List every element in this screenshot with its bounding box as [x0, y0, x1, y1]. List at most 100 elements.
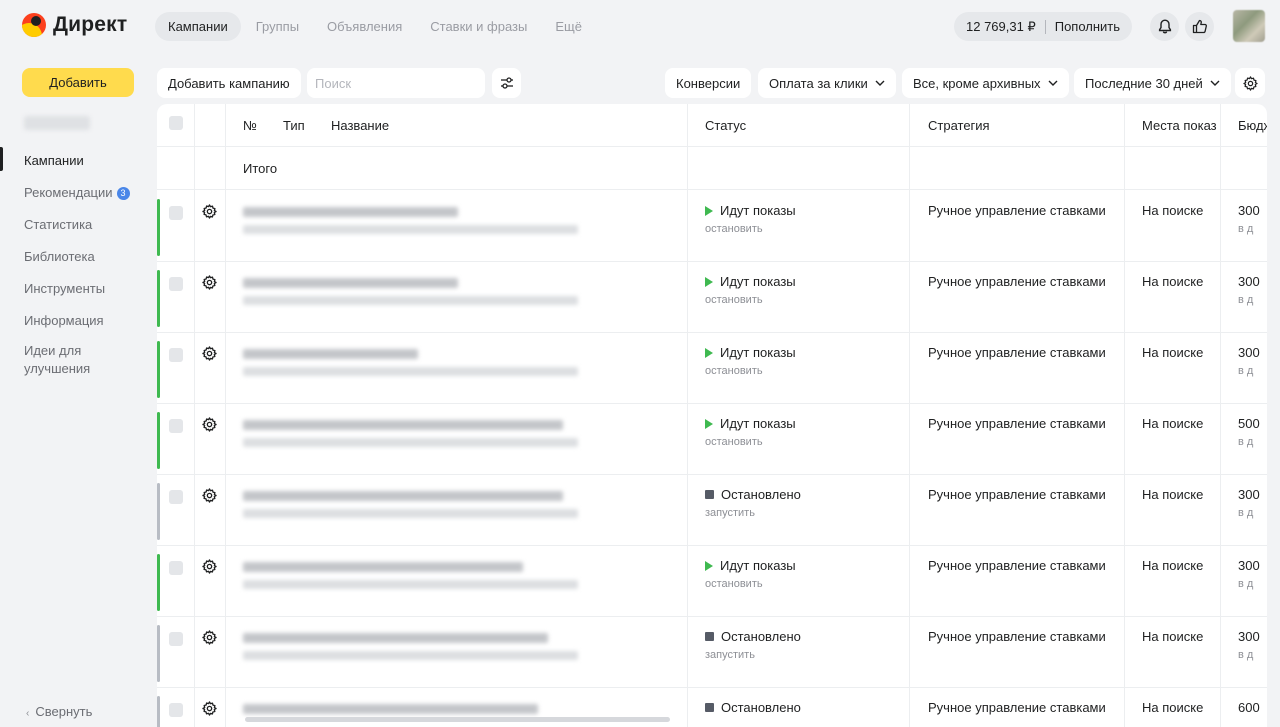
row-checkbox[interactable] [169, 490, 183, 504]
budget-value: 300 [1238, 274, 1260, 289]
campaign-name-blurred[interactable] [243, 491, 563, 501]
campaign-name-blurred[interactable] [243, 278, 458, 288]
toggle-campaign-link[interactable]: остановить [705, 365, 763, 377]
status-text: Идут показы [705, 203, 796, 218]
sidebar-item-info[interactable]: Информация [0, 305, 150, 337]
avatar[interactable] [1233, 10, 1265, 42]
column-header-strategy[interactable]: Стратегия [928, 118, 990, 133]
tab-more[interactable]: Ещё [542, 12, 595, 41]
account-name-blurred [24, 116, 90, 130]
campaign-name-blurred[interactable] [243, 420, 563, 430]
campaign-name-blurred[interactable] [243, 633, 548, 643]
row-checkbox[interactable] [169, 632, 183, 646]
sidebar-item-recommendations[interactable]: Рекомендации 3 [0, 177, 150, 209]
places-text: На поиске [1142, 487, 1204, 502]
status-text: Идут показы [705, 558, 796, 573]
add-campaign-button[interactable]: Добавить кампанию [157, 68, 301, 98]
status-text: Остановлено [705, 629, 801, 644]
gear-icon[interactable] [202, 559, 217, 574]
sidebar-item-statistics[interactable]: Статистика [0, 209, 150, 241]
add-button[interactable]: Добавить [22, 68, 134, 97]
logo[interactable]: Директ [22, 13, 127, 37]
strategy-text: Ручное управление ставками [928, 629, 1106, 644]
table-row[interactable]: Остановлено запустить Ручное управление ст… [157, 475, 1267, 546]
period-label: Последние 30 дней [1085, 75, 1203, 91]
column-header-status[interactable]: Статус [705, 118, 746, 133]
table-header-row: № Тип Название Статус Стратегия Места по… [157, 104, 1267, 147]
table-row[interactable]: Идут показы остановить Ручное управление с… [157, 546, 1267, 617]
campaign-name-blurred[interactable] [243, 704, 538, 714]
row-checkbox[interactable] [169, 348, 183, 362]
table-row[interactable]: Идут показы остановить Ручное управление с… [157, 191, 1267, 262]
toggle-campaign-link[interactable]: запустить [705, 649, 755, 661]
collapse-sidebar-button[interactable]: ‹ Свернуть [26, 704, 92, 719]
gear-icon[interactable] [202, 204, 217, 219]
tab-ads[interactable]: Объявления [314, 12, 415, 41]
tab-groups[interactable]: Группы [243, 12, 312, 41]
play-icon [705, 276, 713, 287]
gear-icon[interactable] [202, 630, 217, 645]
toggle-campaign-link[interactable]: остановить [705, 223, 763, 235]
row-checkbox[interactable] [169, 277, 183, 291]
conversions-button[interactable]: Конверсии [665, 68, 752, 98]
campaign-name-blurred[interactable] [243, 349, 418, 359]
campaign-name-blurred[interactable] [243, 562, 523, 572]
total-label: Итого [243, 161, 278, 176]
thumbs-up-icon [1192, 19, 1207, 34]
row-checkbox[interactable] [169, 419, 183, 433]
notifications-button[interactable] [1150, 12, 1179, 41]
sidebar-item-ideas[interactable]: Идеи для улучшения [0, 337, 110, 387]
column-header-num[interactable]: № [243, 118, 257, 133]
sidebar-item-label: Идеи для улучшения [24, 343, 91, 376]
table-row[interactable]: Идут показы остановить Ручное управление с… [157, 333, 1267, 404]
tab-bids[interactable]: Ставки и фразы [417, 12, 540, 41]
sidebar-item-library[interactable]: Библиотека [0, 241, 150, 273]
gear-icon[interactable] [202, 701, 217, 716]
archive-filter-select[interactable]: Все, кроме архивных [902, 68, 1069, 98]
table-row[interactable]: Остановлено запустить Ручное управление ст… [157, 617, 1267, 688]
tab-campaigns[interactable]: Кампании [155, 12, 241, 41]
payment-type-select[interactable]: Оплата за клики [758, 68, 896, 98]
column-header-name[interactable]: Название [331, 118, 389, 133]
places-text: На поиске [1142, 345, 1204, 360]
balance-widget[interactable]: 12 769,31 ₽ Пополнить [954, 12, 1133, 41]
row-checkbox[interactable] [169, 703, 183, 717]
sliders-icon [500, 77, 513, 89]
stop-icon [705, 632, 714, 641]
horizontal-scrollbar[interactable] [245, 717, 670, 722]
recommendations-count-badge: 3 [116, 187, 130, 200]
toggle-campaign-link[interactable]: запустить [705, 507, 755, 519]
budget-period: в д [1238, 294, 1254, 306]
budget-period: в д [1238, 436, 1254, 448]
row-checkbox[interactable] [169, 561, 183, 575]
gear-icon[interactable] [202, 417, 217, 432]
gear-icon[interactable] [202, 488, 217, 503]
places-text: На поиске [1142, 416, 1204, 431]
column-header-places[interactable]: Места показ [1142, 118, 1218, 133]
toggle-campaign-link[interactable]: остановить [705, 294, 763, 306]
table-settings-button[interactable] [1235, 68, 1265, 98]
table-row[interactable]: Идут показы остановить Ручное управление с… [157, 404, 1267, 475]
sidebar-item-tools[interactable]: Инструменты [0, 273, 150, 305]
filter-settings-button[interactable] [492, 68, 521, 98]
table-row[interactable]: Идут показы остановить Ручное управление с… [157, 262, 1267, 333]
gear-icon[interactable] [202, 275, 217, 290]
row-checkbox[interactable] [169, 206, 183, 220]
campaign-name-blurred[interactable] [243, 207, 458, 217]
column-header-type[interactable]: Тип [283, 118, 305, 133]
play-icon [705, 560, 713, 571]
column-header-budget[interactable]: Бюдж [1238, 118, 1267, 133]
places-text: На поиске [1142, 700, 1204, 715]
select-all-checkbox[interactable] [169, 116, 183, 130]
places-text: На поиске [1142, 203, 1204, 218]
feedback-button[interactable] [1185, 12, 1214, 41]
toggle-campaign-link[interactable]: остановить [705, 578, 763, 590]
topup-link[interactable]: Пополнить [1055, 19, 1120, 34]
budget-period: в д [1238, 223, 1254, 235]
period-select[interactable]: Последние 30 дней [1074, 68, 1231, 98]
status-marker [157, 625, 160, 682]
sidebar-item-campaigns[interactable]: Кампании [0, 145, 150, 177]
gear-icon[interactable] [202, 346, 217, 361]
toggle-campaign-link[interactable]: остановить [705, 436, 763, 448]
search-input[interactable] [307, 68, 485, 98]
